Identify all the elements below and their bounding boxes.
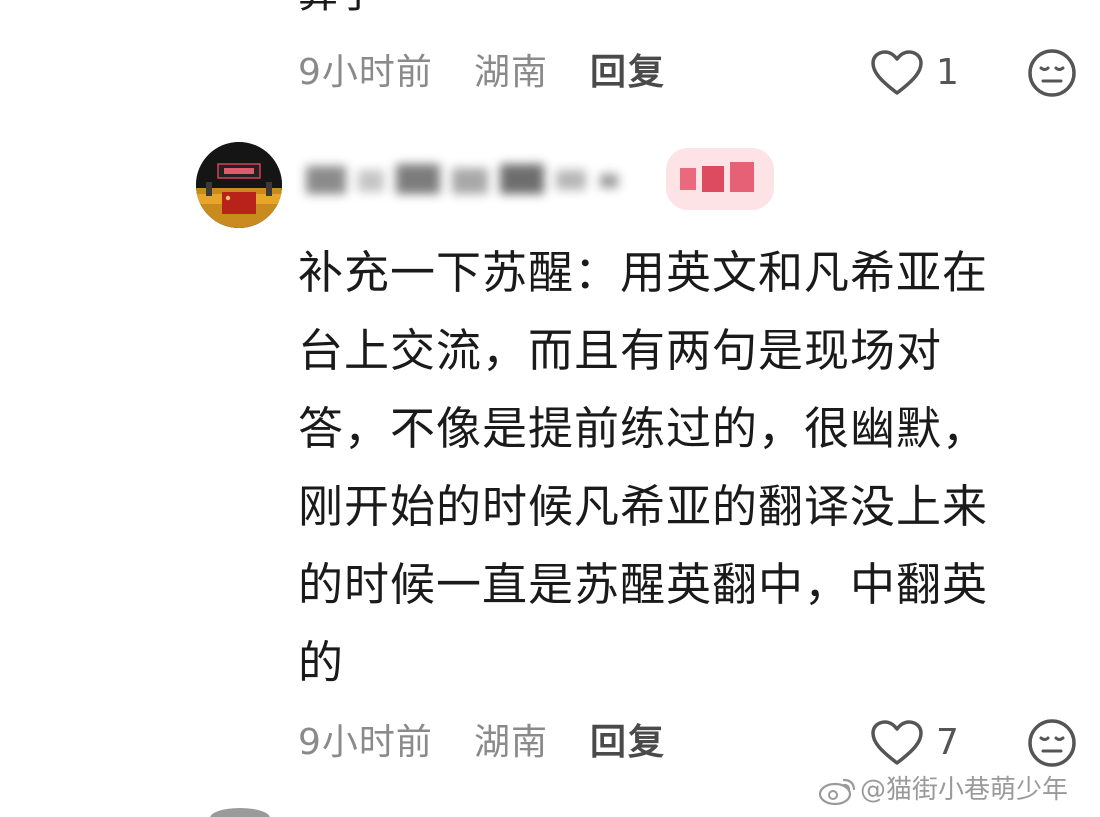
weibo-logo-icon — [818, 778, 856, 805]
reply-button[interactable]: 回复 — [590, 45, 666, 101]
previous-comment-text: 算了 — [298, 0, 378, 14]
redacted-badge-image — [680, 162, 754, 192]
avatar-image — [196, 142, 282, 228]
redacted-username-image — [306, 164, 618, 194]
comment-time: 9小时前 — [298, 722, 433, 763]
previous-comment-meta: 9小时前 湖南 回复 1 — [298, 45, 1078, 101]
meh-face-icon — [1028, 49, 1076, 97]
reply-button[interactable]: 回复 — [590, 715, 666, 771]
comment-line: 补充一下苏醒：用英文和凡希亚在 — [298, 246, 989, 299]
like-count: 7 — [936, 722, 959, 763]
comment-line: 刚开始的时候凡希亚的翻译没上来 — [298, 480, 989, 533]
comment-body: 补充一下苏醒：用英文和凡希亚在 台上交流，而且有两句是现场对 答，不像是提前练过… — [298, 234, 1068, 702]
avatar[interactable] — [196, 142, 282, 228]
comment-line: 的时候一直是苏醒英翻中，中翻英 — [298, 558, 989, 611]
dislike-button[interactable] — [1026, 717, 1078, 773]
heart-outline-icon — [871, 720, 923, 765]
username-redacted[interactable] — [300, 152, 680, 202]
comment-location: 湖南 — [474, 52, 549, 93]
meh-face-icon — [1028, 719, 1076, 767]
watermark-text: @猫街小巷萌少年 — [860, 775, 1069, 805]
comment-line: 台上交流，而且有两句是现场对 — [298, 324, 943, 377]
like-button[interactable]: 7 — [870, 715, 980, 771]
next-comment-avatar[interactable] — [210, 808, 270, 817]
heart-outline-icon — [871, 50, 923, 95]
comment-location: 湖南 — [474, 722, 549, 763]
comment-line: 答，不像是提前练过的，很幽默， — [298, 402, 989, 455]
comment-line: 的 — [298, 636, 345, 689]
like-button[interactable]: 1 — [870, 45, 980, 101]
watermark: @猫街小巷萌少年 — [818, 770, 1068, 810]
like-count: 1 — [936, 52, 959, 93]
comment-feed: 算了 9小时前 湖南 回复 1 — [0, 0, 1100, 817]
dislike-button[interactable] — [1026, 47, 1078, 103]
user-badge — [666, 148, 774, 210]
comment-time: 9小时前 — [298, 52, 433, 93]
comment-meta: 9小时前 湖南 回复 7 — [298, 715, 1078, 771]
